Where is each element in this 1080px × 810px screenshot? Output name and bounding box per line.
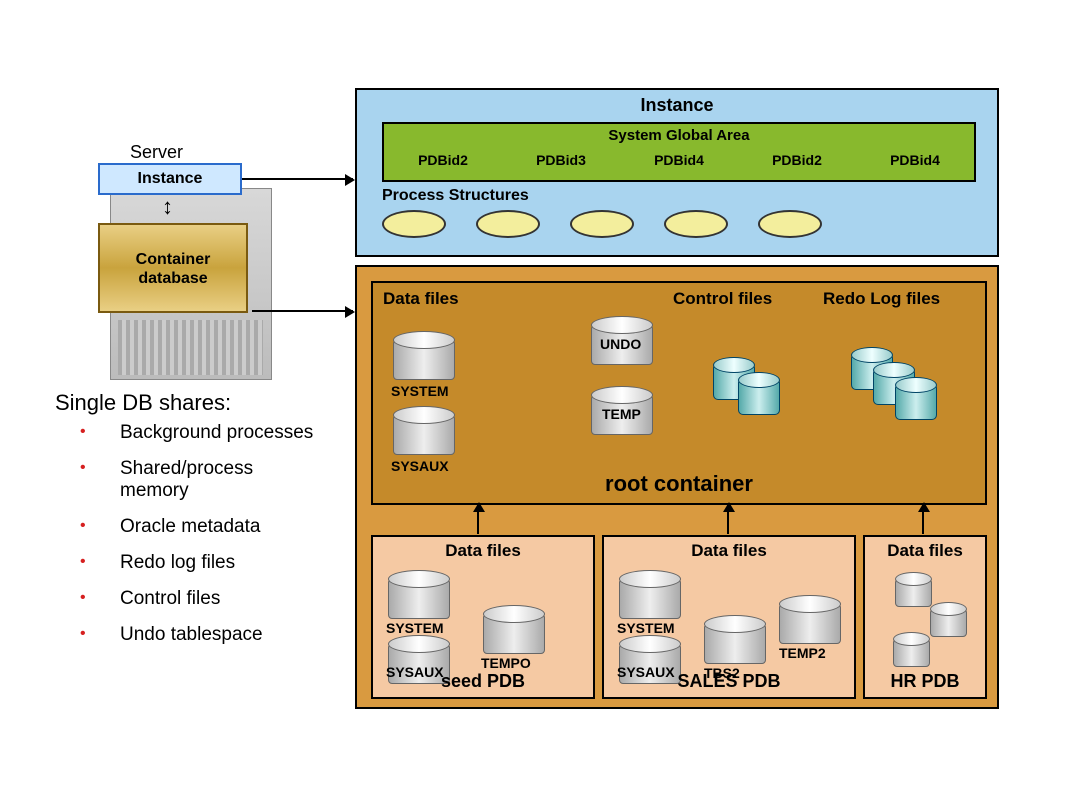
datafile-cylinder-icon [619, 577, 681, 619]
list-item: Redo log files [60, 545, 320, 581]
instance-panel: Instance System Global Area PDBid2 PDBid… [355, 88, 999, 257]
sales-pdb-box: Data files SYSTEM SYSAUX TBS2 TEMP2 SALE… [602, 535, 856, 699]
hr-pdb-box: Data files HR PDB [863, 535, 987, 699]
cyl-label: UNDO [600, 336, 641, 352]
controlfile-cylinder-icon [738, 378, 780, 415]
cyl-label: SYSTEM [386, 620, 444, 636]
instance-title: Instance [357, 95, 997, 116]
arrow-to-cdb [252, 310, 353, 312]
controlfiles-label: Control files [673, 289, 772, 309]
datafile-cylinder-icon [388, 577, 450, 619]
server-title: Server [130, 142, 183, 163]
cyl-label: SYSTEM [617, 620, 675, 636]
server-instance-box: Instance [98, 163, 242, 195]
list-item: Shared/process memory [60, 451, 320, 509]
cyl-label: SYSAUX [617, 664, 675, 680]
server-vents [118, 320, 263, 375]
process-row [382, 210, 822, 238]
sga-item: PDBid4 [890, 152, 940, 168]
sga-item: PDBid4 [654, 152, 704, 168]
datafile-cylinder-icon [893, 637, 930, 667]
process-ellipse [664, 210, 728, 238]
sga-item: PDBid2 [772, 152, 822, 168]
datafile-cylinder-icon [393, 338, 455, 380]
datafile-cylinder-icon [895, 577, 932, 607]
process-ellipse [476, 210, 540, 238]
seed-pdb-box: Data files SYSTEM SYSAUX TEMPO seed PDB [371, 535, 595, 699]
cyl-label: TEMP [602, 406, 641, 422]
sga-box: System Global Area PDBid2 PDBid3 PDBid4 … [382, 122, 976, 182]
sga-item: PDBid3 [536, 152, 586, 168]
datafile-cylinder-icon [704, 622, 766, 664]
sga-item: PDBid2 [418, 152, 468, 168]
shares-list: Background processes Shared/process memo… [60, 415, 320, 653]
shares-heading: Single DB shares: [55, 390, 231, 416]
list-item: Background processes [60, 415, 320, 451]
cyl-label: SYSTEM [391, 383, 449, 399]
arrow-up-icon [727, 504, 729, 534]
process-ellipse [570, 210, 634, 238]
pdb-header: Data files [865, 541, 985, 561]
root-container-title: root container [373, 471, 985, 497]
arrow-to-instance [240, 178, 353, 180]
pdb-header: Data files [604, 541, 854, 561]
datafile-cylinder-icon [483, 612, 545, 654]
datafile-cylinder-icon [393, 413, 455, 455]
datafiles-label: Data files [383, 289, 459, 309]
list-item: Control files [60, 581, 320, 617]
cdb-panel: Data files Control files Redo Log files … [355, 265, 999, 709]
process-ellipse [382, 210, 446, 238]
cyl-label: TEMPO [481, 655, 531, 671]
sga-row: PDBid2 PDBid3 PDBid4 PDBid2 PDBid4 [384, 152, 974, 168]
arrow-up-icon [477, 504, 479, 534]
sga-title: System Global Area [384, 127, 974, 144]
datafile-cylinder-icon [930, 607, 967, 637]
pdb-title: HR PDB [865, 671, 985, 692]
container-database-box: Container database [98, 223, 248, 313]
bidir-arrow-icon: ↕ [162, 194, 173, 220]
process-ellipse [758, 210, 822, 238]
pdb-header: Data files [373, 541, 593, 561]
redolog-label: Redo Log files [823, 289, 940, 309]
cyl-label: SYSAUX [386, 664, 444, 680]
process-structures-label: Process Structures [382, 187, 529, 205]
arrow-up-icon [922, 504, 924, 534]
list-item: Undo tablespace [60, 617, 320, 653]
datafile-cylinder-icon [779, 602, 841, 644]
root-container-box: Data files Control files Redo Log files … [371, 281, 987, 505]
redolog-cylinder-icon [895, 383, 937, 420]
cyl-label: TEMP2 [779, 645, 826, 661]
list-item: Oracle metadata [60, 509, 320, 545]
